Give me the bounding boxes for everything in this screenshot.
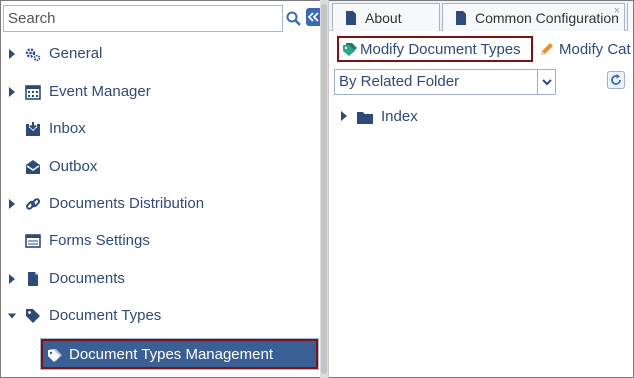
sidebar-item-label: Document Types Management [69, 346, 274, 363]
expand-arrow-icon[interactable] [7, 198, 17, 210]
sidebar-scrollbar[interactable] [320, 0, 328, 378]
scrollbar-thumb[interactable] [321, 4, 327, 374]
sidebar-item-label: Document Types [49, 307, 162, 324]
dropdown-button[interactable] [537, 70, 555, 94]
document-icon [346, 10, 356, 25]
inbox-icon [25, 121, 41, 137]
refresh-icon [611, 74, 621, 85]
toolbar: Modify Document Types Modify Cat [329, 32, 633, 62]
modify-document-types-button[interactable]: Modify Document Types [337, 36, 533, 62]
search-icon [286, 11, 301, 26]
sidebar-item-documents[interactable]: Documents [1, 264, 319, 294]
folder-icon [357, 112, 373, 124]
expand-arrow-icon[interactable] [7, 273, 17, 285]
double-chevron-left-icon [308, 12, 319, 22]
navigation-panel: General Event Manager [1, 1, 322, 377]
sidebar-item-documents-distribution[interactable]: Documents Distribution [1, 189, 319, 219]
gears-icon [25, 46, 41, 62]
document-icon [456, 10, 466, 25]
sidebar-item-label: Documents Distribution [49, 195, 205, 212]
tab-label: Common Configuration [475, 9, 619, 26]
tag-icon [25, 308, 41, 324]
select-value: By Related Folder [339, 73, 460, 90]
tags-icon [343, 43, 357, 56]
sidebar-item-label: Documents [49, 270, 125, 287]
sidebar-item-document-types-management[interactable]: Document Types Management [40, 338, 319, 370]
collapse-arrow-icon[interactable] [7, 310, 17, 322]
search-bar [1, 5, 322, 33]
tab-common-configuration[interactable]: Common Configuration × [442, 3, 625, 31]
expand-arrow-icon[interactable] [339, 110, 349, 122]
search-button[interactable] [284, 5, 302, 32]
tree-item-index[interactable]: Index [329, 104, 629, 130]
sidebar-item-event-manager[interactable]: Event Manager [1, 77, 319, 107]
filter-row: By Related Folder [329, 67, 633, 95]
document-icon [25, 271, 41, 287]
sidebar-item-label: Outbox [49, 158, 98, 175]
sidebar-item-inbox[interactable]: Inbox [1, 114, 319, 144]
tab-bar: About Common Configuration × [329, 1, 633, 31]
close-icon[interactable]: × [614, 5, 620, 17]
chevron-down-icon [541, 78, 552, 85]
link-icon [25, 196, 41, 212]
modify-categories-button[interactable]: Modify Cat [539, 38, 631, 60]
tab-overflow [627, 3, 633, 31]
sidebar-item-forms-settings[interactable]: Forms Settings [1, 226, 319, 256]
refresh-button[interactable] [607, 71, 625, 89]
button-label: Modify Cat [559, 40, 631, 58]
outbox-icon [25, 159, 41, 175]
pencil-icon [541, 43, 553, 55]
content-panel: About Common Configuration × Modify Docu… [329, 1, 633, 377]
expand-arrow-icon[interactable] [7, 48, 17, 60]
expand-arrow-icon[interactable] [7, 86, 17, 98]
sidebar-item-document-types[interactable]: Document Types [1, 301, 319, 331]
tags-icon [47, 347, 63, 363]
sidebar-item-outbox[interactable]: Outbox [1, 152, 319, 182]
button-label: Modify Document Types [360, 40, 521, 58]
form-icon [25, 233, 41, 249]
related-folder-select[interactable]: By Related Folder [334, 69, 556, 95]
tab-about[interactable]: About [332, 3, 440, 31]
sidebar-item-general[interactable]: General [1, 39, 319, 69]
tab-label: About [365, 9, 402, 26]
sidebar-item-label: Event Manager [49, 83, 151, 100]
sidebar-item-label: Inbox [49, 120, 86, 137]
tree-item-label: Index [381, 108, 418, 125]
search-input[interactable] [3, 5, 283, 32]
calendar-icon [25, 84, 41, 100]
sidebar-item-label: General [49, 45, 103, 62]
sidebar-item-label: Forms Settings [49, 232, 150, 249]
